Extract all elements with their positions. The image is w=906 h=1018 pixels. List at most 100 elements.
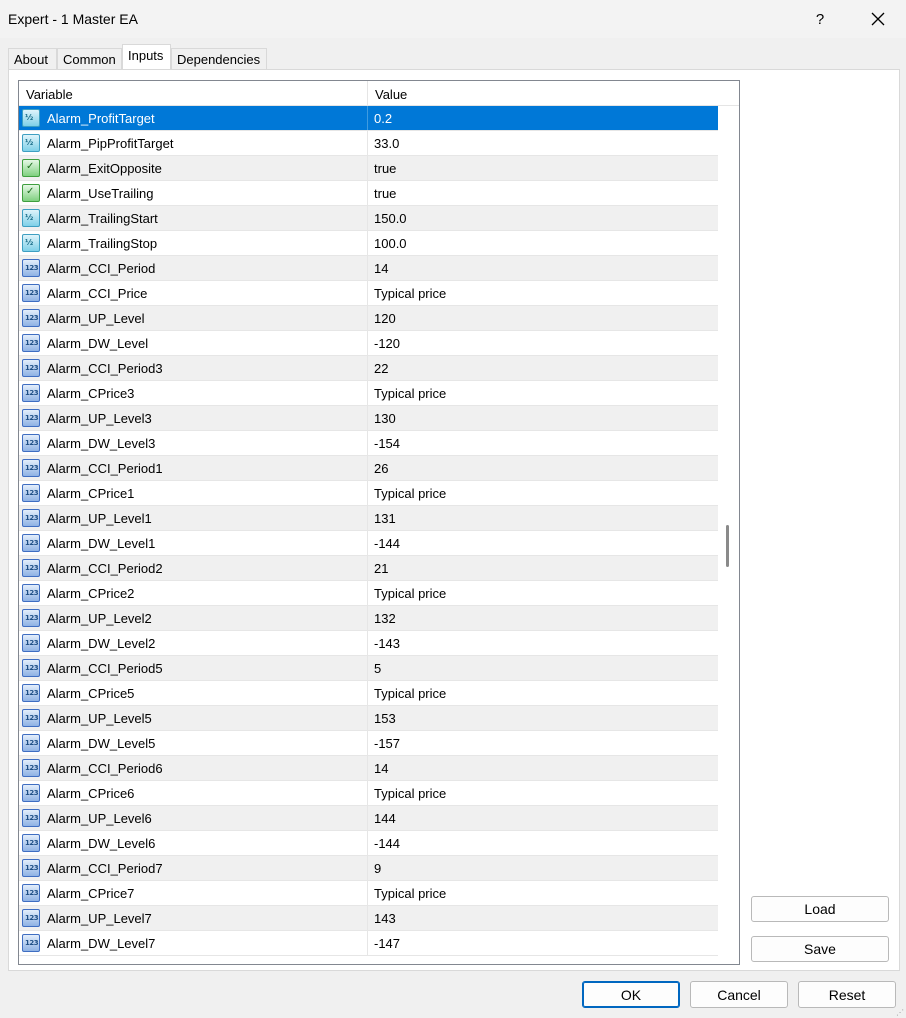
table-row[interactable]: 123 Alarm_CPrice3 Typical price bbox=[19, 381, 718, 406]
variable-cell[interactable]: 123 Alarm_UP_Level5 bbox=[19, 706, 368, 730]
value-cell[interactable]: 100.0 bbox=[374, 236, 407, 251]
variable-cell[interactable]: ½ Alarm_TrailingStart bbox=[19, 206, 368, 230]
variable-cell[interactable]: 123 Alarm_CPrice7 bbox=[19, 881, 368, 905]
table-row[interactable]: ✓ Alarm_UseTrailing true bbox=[19, 181, 718, 206]
value-cell[interactable]: -120 bbox=[374, 336, 400, 351]
scrollbar-thumb[interactable] bbox=[726, 525, 729, 567]
column-header-variable[interactable]: Variable bbox=[19, 81, 368, 105]
value-cell[interactable]: -144 bbox=[374, 536, 400, 551]
table-row[interactable]: 123 Alarm_CCI_Period7 9 bbox=[19, 856, 718, 881]
variable-cell[interactable]: 123 Alarm_CCI_Period1 bbox=[19, 456, 368, 480]
table-row[interactable]: 123 Alarm_DW_Level -120 bbox=[19, 331, 718, 356]
variable-cell[interactable]: 123 Alarm_CPrice5 bbox=[19, 681, 368, 705]
table-row[interactable]: ½ Alarm_TrailingStop 100.0 bbox=[19, 231, 718, 256]
variable-cell[interactable]: ½ Alarm_PipProfitTarget bbox=[19, 131, 368, 155]
variable-cell[interactable]: ✓ Alarm_ExitOpposite bbox=[19, 156, 368, 180]
variable-cell[interactable]: 123 Alarm_DW_Level1 bbox=[19, 531, 368, 555]
save-button[interactable]: Save bbox=[751, 936, 889, 962]
value-cell[interactable]: 153 bbox=[374, 711, 396, 726]
value-cell[interactable]: 33.0 bbox=[374, 136, 399, 151]
value-cell[interactable]: -157 bbox=[374, 736, 400, 751]
table-row[interactable]: 123 Alarm_DW_Level3 -154 bbox=[19, 431, 718, 456]
value-cell[interactable]: 5 bbox=[374, 661, 381, 676]
variable-cell[interactable]: 123 Alarm_CPrice6 bbox=[19, 781, 368, 805]
variable-cell[interactable]: 123 Alarm_UP_Level1 bbox=[19, 506, 368, 530]
table-row[interactable]: 123 Alarm_DW_Level2 -143 bbox=[19, 631, 718, 656]
table-row[interactable]: 123 Alarm_CCI_Period3 22 bbox=[19, 356, 718, 381]
value-cell[interactable]: 9 bbox=[374, 861, 381, 876]
variable-cell[interactable]: ½ Alarm_TrailingStop bbox=[19, 231, 368, 255]
value-cell[interactable]: 130 bbox=[374, 411, 396, 426]
table-row[interactable]: ½ Alarm_TrailingStart 150.0 bbox=[19, 206, 718, 231]
table-row[interactable]: 123 Alarm_CCI_Period5 5 bbox=[19, 656, 718, 681]
table-row[interactable]: 123 Alarm_UP_Level2 132 bbox=[19, 606, 718, 631]
table-row[interactable]: ✓ Alarm_ExitOpposite true bbox=[19, 156, 718, 181]
variable-cell[interactable]: 123 Alarm_UP_Level bbox=[19, 306, 368, 330]
value-cell[interactable]: true bbox=[374, 161, 396, 176]
vertical-scrollbar[interactable] bbox=[718, 106, 739, 964]
variable-cell[interactable]: ½ Alarm_ProfitTarget bbox=[19, 106, 368, 130]
value-cell[interactable]: -143 bbox=[374, 636, 400, 651]
variable-cell[interactable]: 123 Alarm_CCI_Period3 bbox=[19, 356, 368, 380]
variable-cell[interactable]: 123 Alarm_CCI_Period5 bbox=[19, 656, 368, 680]
table-row[interactable]: 123 Alarm_CPrice5 Typical price bbox=[19, 681, 718, 706]
variable-cell[interactable]: 123 Alarm_UP_Level7 bbox=[19, 906, 368, 930]
variable-cell[interactable]: 123 Alarm_DW_Level5 bbox=[19, 731, 368, 755]
variable-cell[interactable]: 123 Alarm_CCI_Price bbox=[19, 281, 368, 305]
tab-about[interactable]: About bbox=[8, 48, 57, 70]
variable-cell[interactable]: 123 Alarm_CCI_Period bbox=[19, 256, 368, 280]
value-cell[interactable]: -154 bbox=[374, 436, 400, 451]
tab-dependencies[interactable]: Dependencies bbox=[171, 48, 267, 70]
variable-cell[interactable]: 123 Alarm_UP_Level2 bbox=[19, 606, 368, 630]
tab-common[interactable]: Common bbox=[57, 48, 122, 70]
value-cell[interactable]: 144 bbox=[374, 811, 396, 826]
table-row[interactable]: 123 Alarm_CPrice2 Typical price bbox=[19, 581, 718, 606]
value-cell[interactable]: 14 bbox=[374, 261, 388, 276]
table-row[interactable]: 123 Alarm_CPrice1 Typical price bbox=[19, 481, 718, 506]
variable-cell[interactable]: 123 Alarm_UP_Level3 bbox=[19, 406, 368, 430]
variable-cell[interactable]: ✓ Alarm_UseTrailing bbox=[19, 181, 368, 205]
variable-cell[interactable]: 123 Alarm_CCI_Period2 bbox=[19, 556, 368, 580]
table-row[interactable]: 123 Alarm_CCI_Period1 26 bbox=[19, 456, 718, 481]
help-button[interactable]: ? bbox=[800, 0, 840, 38]
table-row[interactable]: 123 Alarm_CCI_Period2 21 bbox=[19, 556, 718, 581]
value-cell[interactable]: Typical price bbox=[374, 686, 446, 701]
close-button[interactable] bbox=[856, 0, 900, 38]
value-cell[interactable]: Typical price bbox=[374, 486, 446, 501]
column-header-value[interactable]: Value bbox=[368, 81, 718, 105]
value-cell[interactable]: 131 bbox=[374, 511, 396, 526]
value-cell[interactable]: Typical price bbox=[374, 786, 446, 801]
value-cell[interactable]: 14 bbox=[374, 761, 388, 776]
load-button[interactable]: Load bbox=[751, 896, 889, 922]
table-row[interactable]: 123 Alarm_CPrice6 Typical price bbox=[19, 781, 718, 806]
table-row[interactable]: 123 Alarm_UP_Level5 153 bbox=[19, 706, 718, 731]
table-row[interactable]: 123 Alarm_CCI_Price Typical price bbox=[19, 281, 718, 306]
value-cell[interactable]: Typical price bbox=[374, 586, 446, 601]
value-cell[interactable]: Typical price bbox=[374, 286, 446, 301]
variable-cell[interactable]: 123 Alarm_DW_Level2 bbox=[19, 631, 368, 655]
variable-cell[interactable]: 123 Alarm_CPrice3 bbox=[19, 381, 368, 405]
reset-button[interactable]: Reset bbox=[798, 981, 896, 1008]
variable-cell[interactable]: 123 Alarm_CCI_Period6 bbox=[19, 756, 368, 780]
ok-button[interactable]: OK bbox=[582, 981, 680, 1008]
value-cell[interactable]: -147 bbox=[374, 936, 400, 951]
variable-cell[interactable]: 123 Alarm_UP_Level6 bbox=[19, 806, 368, 830]
table-row[interactable]: ½ Alarm_PipProfitTarget 33.0 bbox=[19, 131, 718, 156]
variable-cell[interactable]: 123 Alarm_DW_Level3 bbox=[19, 431, 368, 455]
variable-cell[interactable]: 123 Alarm_CPrice2 bbox=[19, 581, 368, 605]
tab-inputs[interactable]: Inputs bbox=[122, 44, 171, 71]
variable-cell[interactable]: 123 Alarm_DW_Level6 bbox=[19, 831, 368, 855]
table-row[interactable]: 123 Alarm_DW_Level1 -144 bbox=[19, 531, 718, 556]
value-cell[interactable]: true bbox=[374, 186, 396, 201]
value-cell[interactable]: Typical price bbox=[374, 886, 446, 901]
variable-cell[interactable]: 123 Alarm_CCI_Period7 bbox=[19, 856, 368, 880]
variable-cell[interactable]: 123 Alarm_CPrice1 bbox=[19, 481, 368, 505]
variable-cell[interactable]: 123 Alarm_DW_Level bbox=[19, 331, 368, 355]
value-cell[interactable]: 120 bbox=[374, 311, 396, 326]
table-row[interactable]: 123 Alarm_UP_Level7 143 bbox=[19, 906, 718, 931]
table-row[interactable]: 123 Alarm_UP_Level3 130 bbox=[19, 406, 718, 431]
table-row[interactable]: 123 Alarm_UP_Level 120 bbox=[19, 306, 718, 331]
table-row[interactable]: 123 Alarm_CPrice7 Typical price bbox=[19, 881, 718, 906]
resize-grip-icon[interactable]: ⋰ bbox=[896, 1008, 905, 1017]
table-row[interactable]: ½ Alarm_ProfitTarget 0.2 bbox=[19, 106, 718, 131]
